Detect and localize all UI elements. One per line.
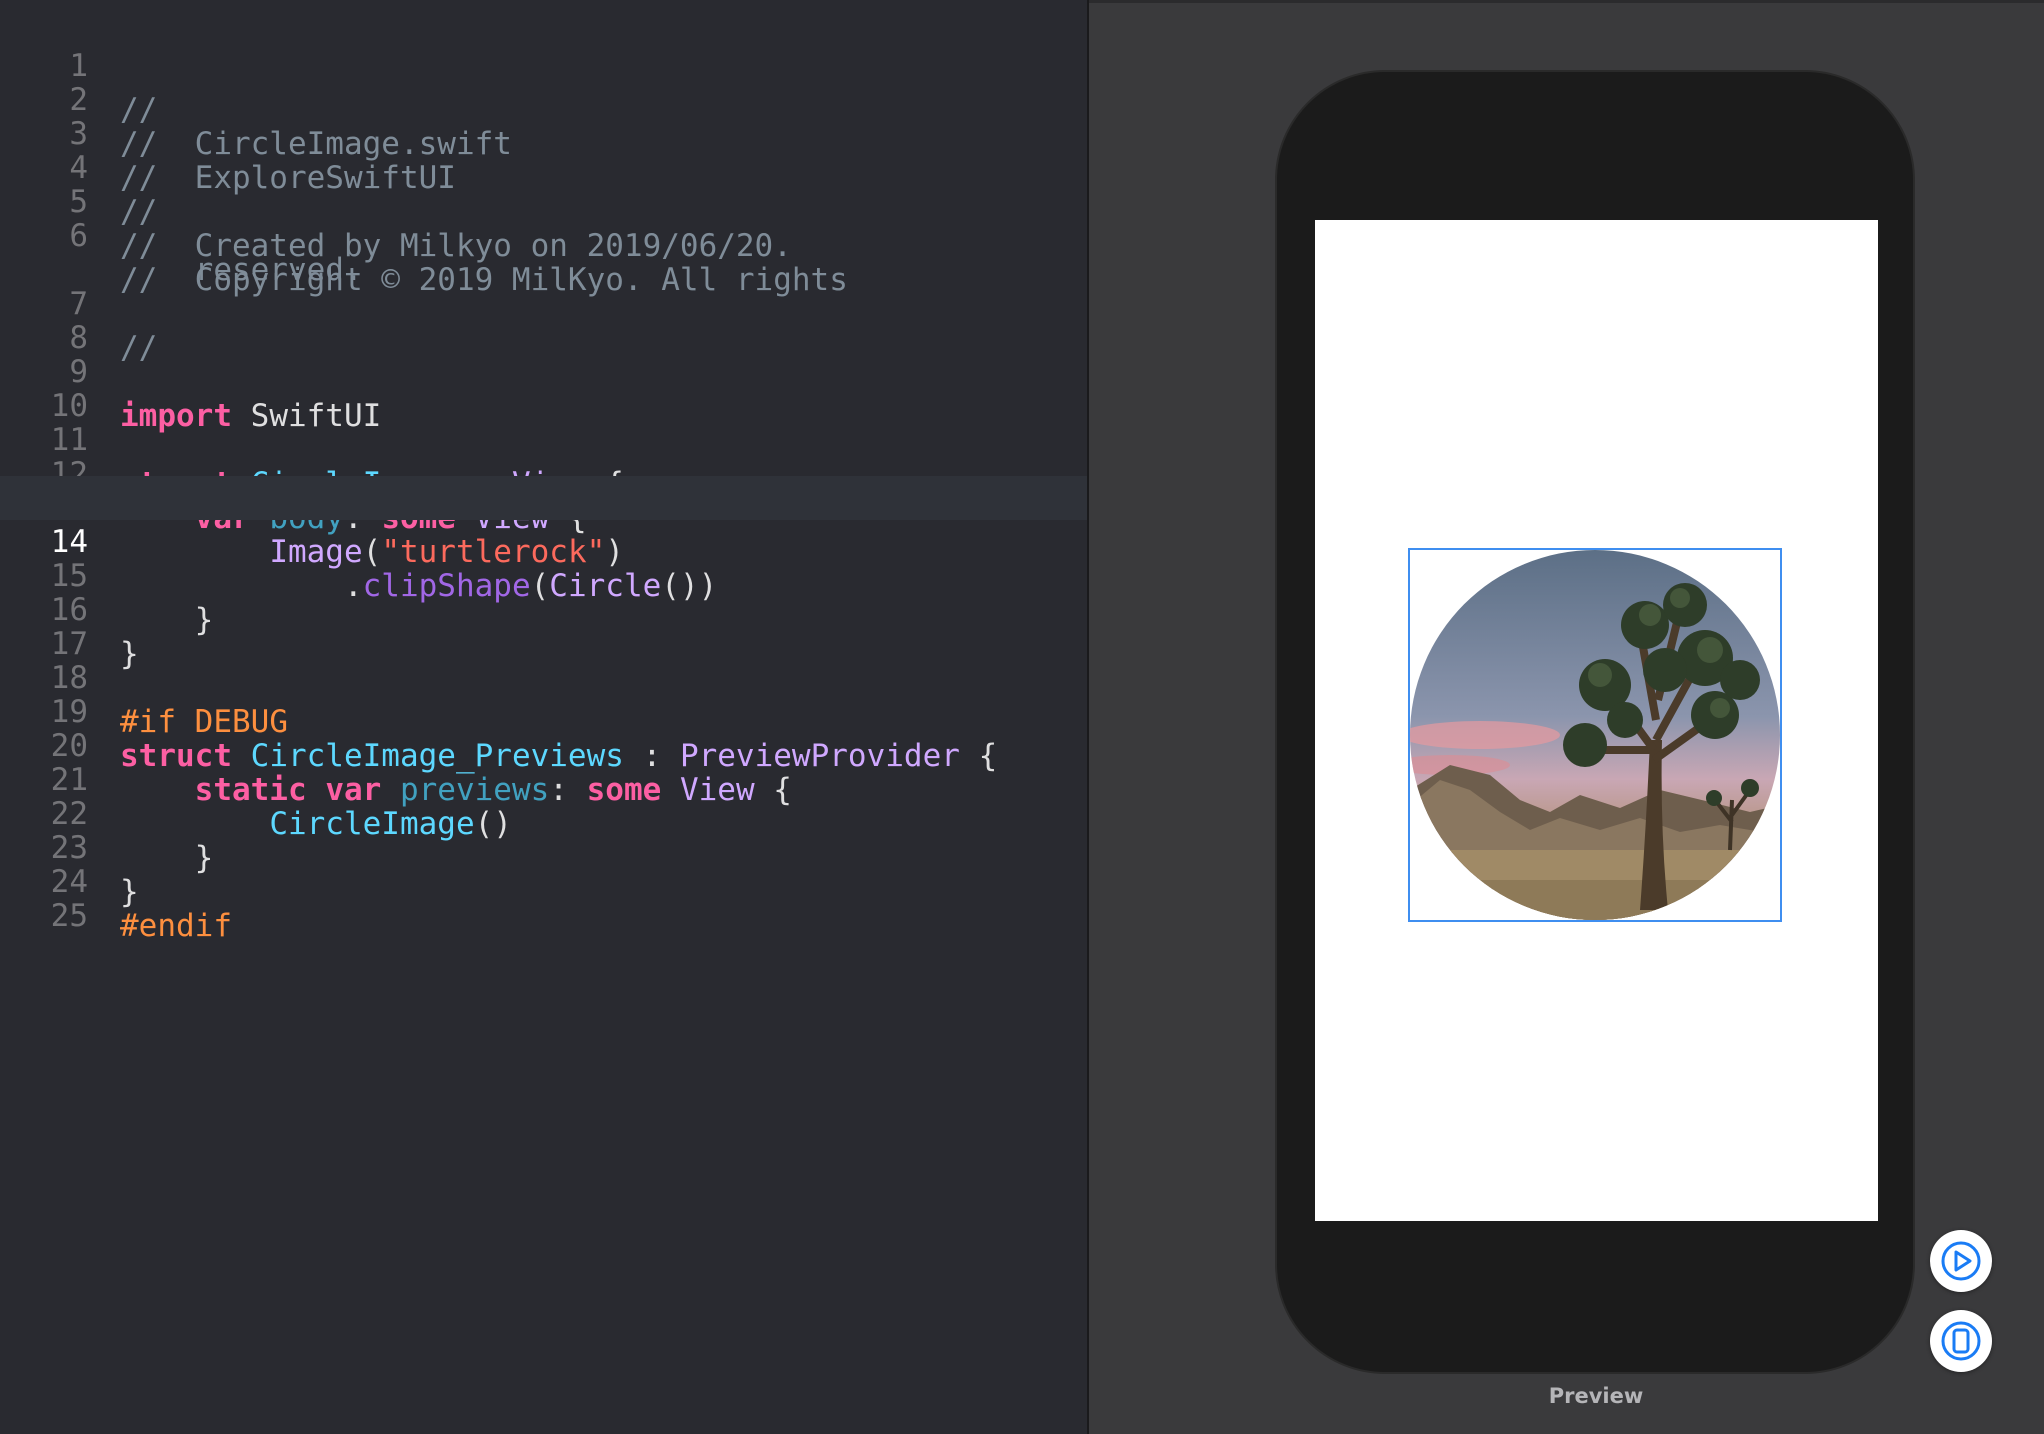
code-line[interactable]: 25 (0, 850, 1087, 934)
code-editor[interactable]: 1 // 2 // CircleImage.swift 3 // Explore… (0, 0, 1087, 1434)
play-circle-icon (1941, 1241, 1981, 1281)
preview-label: Preview (1548, 1384, 1644, 1408)
preprocessor: #endif (120, 908, 232, 944)
selection-outline (1408, 548, 1782, 922)
xcode-window: 1 // 2 // CircleImage.swift 3 // Explore… (0, 0, 2044, 1434)
device-icon (1941, 1321, 1981, 1361)
preview-on-device-button[interactable] (1930, 1310, 1992, 1372)
line-number: 25 (50, 898, 88, 934)
live-preview-button[interactable] (1930, 1230, 1992, 1292)
